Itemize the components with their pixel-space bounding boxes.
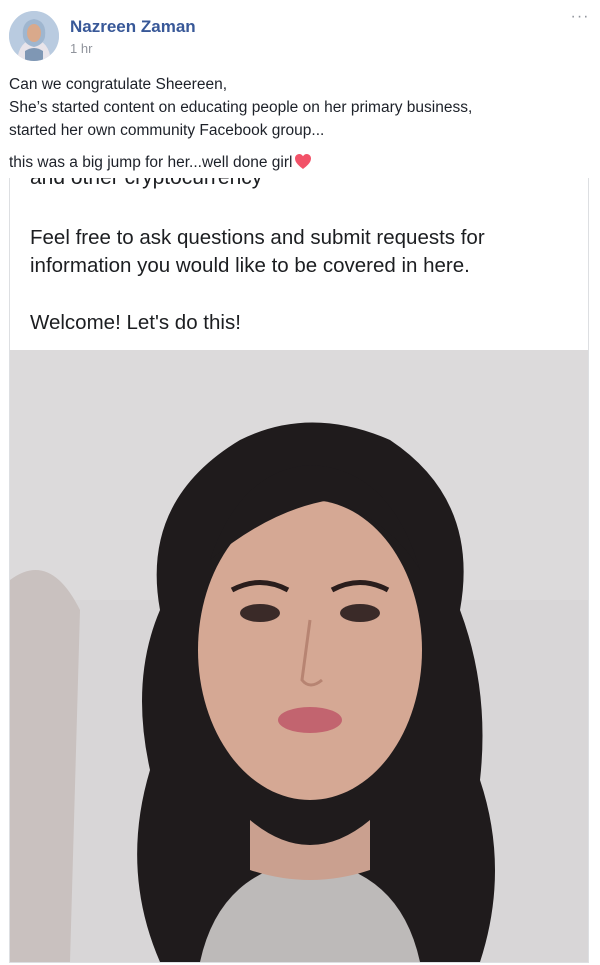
avatar[interactable] xyxy=(9,11,59,61)
post-timestamp[interactable]: 1 hr xyxy=(70,41,92,56)
author-name[interactable]: Nazreen Zaman xyxy=(70,17,196,37)
screenshot-welcome: Welcome! Let's do this! xyxy=(30,311,241,334)
post-attachment[interactable]: and other cryptocurrency Feel free to as… xyxy=(9,178,589,963)
screenshot-paragraph: Feel free to ask questions and submit re… xyxy=(30,226,485,277)
more-options-icon[interactable]: ··· xyxy=(568,8,592,28)
post-text-line-final: this was a big jump for her...well done … xyxy=(9,151,589,177)
post-text-line: this was a big jump for her...well done … xyxy=(9,154,293,171)
profile-photo xyxy=(10,350,588,962)
screenshot-text-area: and other cryptocurrency Feel free to as… xyxy=(10,178,588,350)
woman-portrait-image xyxy=(10,350,588,962)
screenshot-cut-line: and other cryptocurrency xyxy=(30,178,262,190)
post-text: Can we congratulate Sheereen, She’s star… xyxy=(9,73,589,177)
post-text-line: started her own community Facebook group… xyxy=(9,122,325,139)
post-header: Nazreen Zaman 1 hr ··· xyxy=(0,0,600,64)
post-text-line: She’s started content on educating peopl… xyxy=(9,99,473,116)
heart-icon xyxy=(294,153,312,177)
avatar-image xyxy=(9,11,59,61)
post-text-line: Can we congratulate Sheereen, xyxy=(9,76,228,93)
